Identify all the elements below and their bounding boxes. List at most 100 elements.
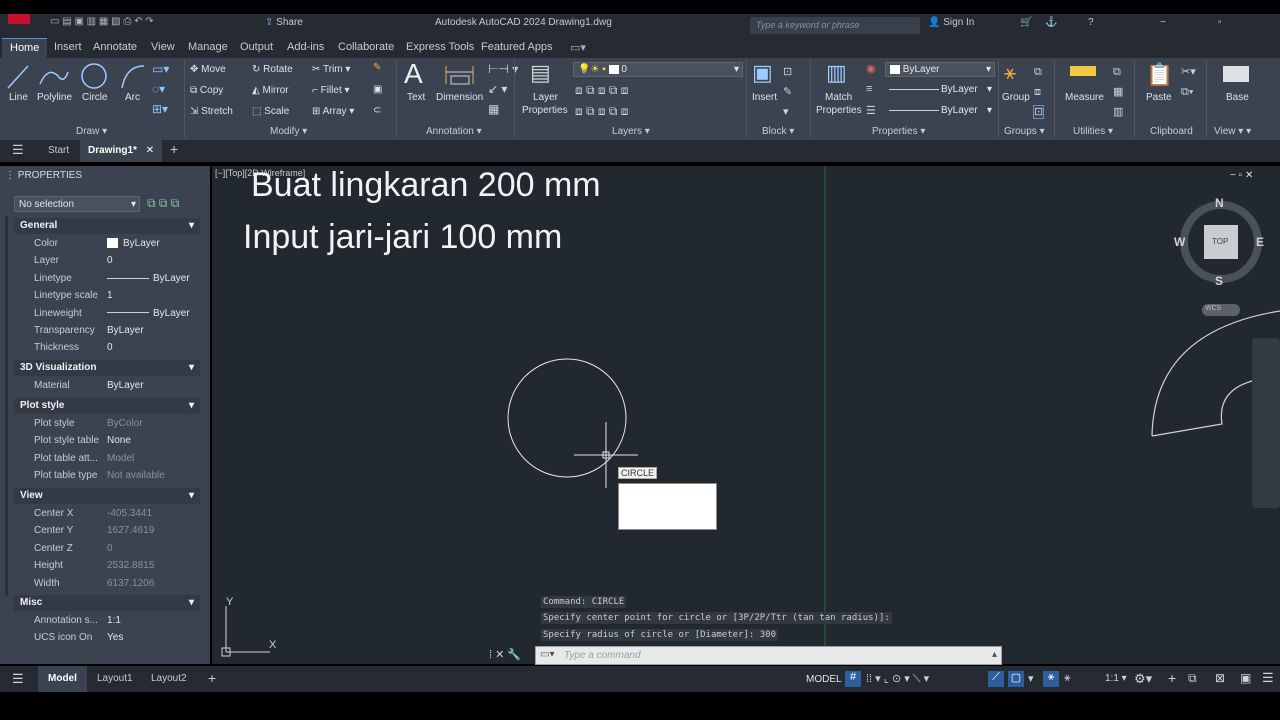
cart-icon[interactable]: 🛒: [1020, 17, 1032, 28]
properties-panel-title[interactable]: Properties ▾: [872, 126, 925, 137]
tab-layout2[interactable]: Layout2: [151, 673, 187, 684]
property-value[interactable]: ByLayer: [107, 380, 144, 391]
layer-tools-2-icon[interactable]: ⧈ ⧉ ⧈ ⧉ ⧈: [575, 104, 628, 119]
layer-dropdown[interactable]: 💡☀ ▪ 0 ▾: [573, 62, 743, 77]
fillet-button[interactable]: ⌐ Fillet ▾: [312, 85, 350, 96]
collapse-icon[interactable]: ▾: [189, 490, 194, 501]
tab-layout1[interactable]: Layout1: [97, 673, 133, 684]
copy-button[interactable]: ⧉ Copy: [190, 85, 223, 96]
annotation-monitor-icon[interactable]: +: [1168, 670, 1176, 686]
tab-model[interactable]: Model: [38, 666, 87, 692]
insert-button[interactable]: Insert: [752, 92, 777, 103]
tab-drawing1[interactable]: Drawing1* ✕: [80, 140, 163, 162]
tab-express-tools[interactable]: Express Tools: [406, 41, 474, 53]
match-properties-label-2[interactable]: Properties: [816, 105, 862, 116]
hamburger-menu-icon[interactable]: ☰: [12, 142, 24, 158]
property-value[interactable]: 0: [107, 543, 113, 554]
command-input[interactable]: ▭▾ Type a command ▴: [535, 646, 1002, 665]
measure-icon[interactable]: [1070, 66, 1096, 76]
boundary-icon[interactable]: ⊞▾: [152, 102, 168, 116]
units-icon[interactable]: ⧉: [1188, 671, 1197, 686]
property-value[interactable]: ByLayer: [107, 238, 160, 249]
paste-icon[interactable]: 📋: [1146, 62, 1173, 88]
match-properties-icon[interactable]: ▥: [826, 60, 847, 86]
offset-icon[interactable]: ⊂: [373, 105, 381, 116]
command-history-toggle-icon[interactable]: ▴: [992, 649, 997, 660]
group-tools-icon[interactable]: ⧉ ⧈ ⊡: [1032, 62, 1045, 122]
drawing-canvas[interactable]: [−][Top][2D Wireframe] − ▫ ✕ Buat lingka…: [212, 166, 1280, 664]
color-dropdown[interactable]: ByLayer ▾: [885, 62, 995, 77]
base-button[interactable]: Base: [1226, 92, 1249, 103]
paste-button[interactable]: Paste: [1146, 92, 1172, 103]
section-view[interactable]: View ▾: [14, 488, 200, 504]
trim-button[interactable]: ✂ Trim ▾: [312, 64, 350, 75]
tab-add-ins[interactable]: Add-ins: [287, 41, 324, 53]
property-value[interactable]: 1627.4619: [107, 525, 154, 536]
measure-button[interactable]: Measure: [1065, 92, 1104, 103]
quick-select-icons[interactable]: ⧉ ⧉ ⧉: [147, 196, 179, 211]
compass-east[interactable]: E: [1256, 235, 1264, 249]
property-value[interactable]: 2532.8815: [107, 560, 154, 571]
layers-panel-title[interactable]: Layers ▾: [612, 126, 650, 137]
utilities-panel-title[interactable]: Utilities ▾: [1073, 126, 1113, 137]
line-icon[interactable]: [7, 65, 29, 89]
workspace-gear-icon[interactable]: ⚙▾: [1134, 671, 1152, 687]
tab-manage[interactable]: Manage: [188, 41, 228, 53]
insert-block-icon[interactable]: ▣: [752, 60, 773, 86]
tab-home[interactable]: Home: [2, 38, 48, 58]
rectangle-icon[interactable]: ▭▾: [152, 62, 169, 76]
annotation-visibility-icon[interactable]: ⚹: [1043, 671, 1059, 687]
stretch-button[interactable]: ⇲ Stretch: [190, 106, 233, 117]
osnap-icon[interactable]: ⟋: [988, 671, 1004, 687]
property-value[interactable]: Not available: [107, 470, 165, 481]
palette-grip-icon[interactable]: ⋮: [5, 170, 15, 181]
selection-dropdown[interactable]: No selection ▾: [14, 196, 140, 212]
property-value[interactable]: ByLayer: [107, 308, 190, 319]
color-wheel-icon[interactable]: ◉: [866, 62, 876, 75]
move-button[interactable]: ✥ Move: [190, 64, 226, 75]
auto-scale-icon[interactable]: ⚹: [1064, 672, 1071, 685]
search-input[interactable]: Type a keyword or phrase: [750, 17, 920, 34]
arc-icon[interactable]: [121, 65, 145, 89]
collapse-icon[interactable]: ▾: [189, 220, 194, 231]
property-value[interactable]: ByLayer: [107, 325, 144, 336]
share-button[interactable]: ⇪ Share: [265, 17, 303, 28]
line-button[interactable]: Line: [9, 92, 28, 103]
text-button[interactable]: Text: [407, 92, 425, 103]
quick-access-icons[interactable]: ▭ ▤ ▣ ▥ ▦ ▧ ⎙ ↶ ↷: [50, 16, 154, 27]
compass-south[interactable]: S: [1215, 274, 1223, 288]
annotation-panel-title[interactable]: Annotation ▾: [426, 126, 482, 137]
rotate-button[interactable]: ↻ Rotate: [252, 64, 293, 75]
text-icon[interactable]: A: [404, 58, 423, 90]
property-value[interactable]: 0: [107, 342, 113, 353]
dynamic-input-box[interactable]: [618, 483, 717, 530]
autocad-logo-icon[interactable]: [8, 14, 30, 24]
table-icon[interactable]: ▦: [488, 102, 499, 116]
layout-menu-icon[interactable]: ☰: [12, 671, 24, 687]
group-button[interactable]: Group: [1002, 92, 1030, 103]
property-value[interactable]: -405.3441: [107, 508, 152, 519]
tab-view[interactable]: View: [151, 41, 175, 53]
snap-icons[interactable]: ⁞⁞ ▾ ⌞ ⊙ ▾ ⟍ ▾: [866, 672, 929, 686]
group-icon[interactable]: ⚹: [1004, 62, 1016, 85]
mirror-button[interactable]: ◭ Mirror: [252, 85, 289, 96]
layer-tools-icon[interactable]: ⧈ ⧉ ⧈ ⧉ ⧈: [575, 83, 628, 98]
tab-output[interactable]: Output: [240, 41, 273, 53]
leader-icon[interactable]: ↙ ▾: [488, 82, 507, 96]
add-layout-icon[interactable]: +: [208, 670, 216, 686]
arc-button[interactable]: Arc: [125, 92, 140, 103]
collapse-icon[interactable]: ▾: [189, 597, 194, 608]
sign-in-button[interactable]: 👤 Sign In: [928, 17, 974, 28]
isolate-objects-icon[interactable]: ⊠: [1215, 671, 1225, 685]
osnap-menu-icon[interactable]: ▾: [1028, 672, 1034, 685]
hatch-icon[interactable]: ◌▾: [152, 82, 165, 96]
collapse-icon[interactable]: ▾: [189, 362, 194, 373]
layer-properties-label-2[interactable]: Properties: [522, 105, 568, 116]
explode-icon[interactable]: ▣: [373, 84, 382, 95]
collapse-icon[interactable]: ▾: [189, 400, 194, 411]
drawn-circle[interactable]: [507, 358, 627, 478]
linetype-icon[interactable]: ≡: [866, 83, 872, 95]
property-value[interactable]: Yes: [107, 632, 123, 643]
block-panel-title[interactable]: Block ▾: [762, 126, 794, 137]
array-button[interactable]: ⊞ Array ▾: [312, 106, 354, 117]
